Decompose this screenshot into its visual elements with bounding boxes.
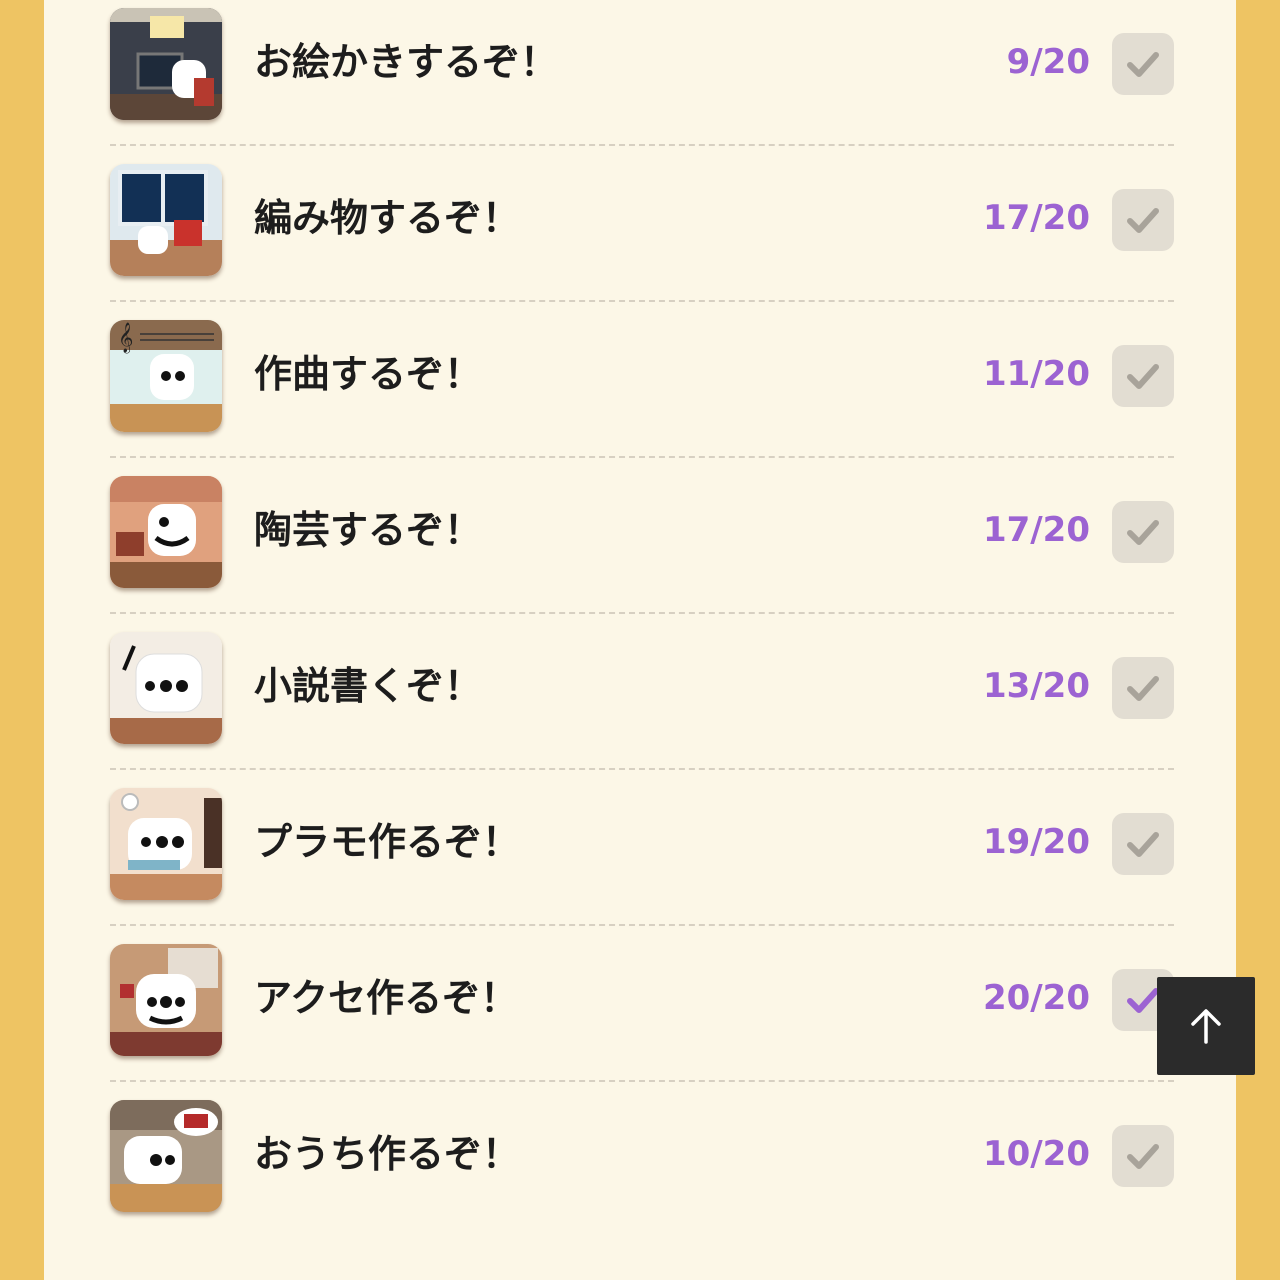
check-box[interactable]	[1112, 813, 1174, 875]
item-title: 編み物するぞ！	[254, 196, 521, 240]
item-title: おうち作るぞ！	[254, 1132, 521, 1176]
check-box[interactable]	[1112, 33, 1174, 95]
item-progress: 10/20	[982, 1134, 1090, 1174]
check-box[interactable]	[1112, 501, 1174, 563]
item-title: 作曲するぞ！	[254, 352, 483, 396]
list-item[interactable]: 𝄞 作曲するぞ！ 11/20	[110, 302, 1174, 458]
checkmark-icon	[1127, 52, 1159, 77]
accessory-thumbnail	[110, 944, 222, 1056]
list-item[interactable]: 編み物するぞ！ 17/20	[110, 146, 1174, 302]
list-item[interactable]: 陶芸するぞ！ 17/20	[110, 458, 1174, 614]
checkmark-icon	[1127, 364, 1159, 389]
composing-thumbnail: 𝄞	[110, 320, 222, 432]
house-thumbnail	[110, 1100, 222, 1212]
checkmark-icon	[1127, 676, 1159, 701]
checkmark-icon	[1127, 1144, 1159, 1169]
scroll-to-top-button[interactable]	[1157, 977, 1255, 1075]
item-title: お絵かきするぞ！	[254, 40, 559, 84]
item-progress: 20/20	[982, 978, 1090, 1018]
item-title: プラモ作るぞ！	[254, 820, 521, 864]
list-item[interactable]: お絵かきするぞ！ 9/20	[110, 0, 1174, 146]
item-title: アクセ作るぞ！	[254, 976, 519, 1020]
check-box[interactable]	[1112, 345, 1174, 407]
pottery-thumbnail	[110, 476, 222, 588]
drawing-thumbnail	[110, 8, 222, 120]
item-progress: 11/20	[982, 354, 1090, 394]
check-box[interactable]	[1112, 189, 1174, 251]
list-item[interactable]: アクセ作るぞ！ 20/20	[110, 926, 1174, 1082]
content-panel: お絵かきするぞ！ 9/20 編み物するぞ！ 17/20 𝄞 作曲するぞ！ 11/…	[44, 0, 1236, 1280]
checkmark-icon	[1127, 208, 1159, 233]
list-item[interactable]: プラモ作るぞ！ 19/20	[110, 770, 1174, 926]
knitting-thumbnail	[110, 164, 222, 276]
check-box[interactable]	[1112, 657, 1174, 719]
novel-thumbnail	[110, 632, 222, 744]
item-progress: 19/20	[982, 822, 1090, 862]
list-item[interactable]: 小説書くぞ！ 13/20	[110, 614, 1174, 770]
check-box[interactable]	[1112, 1125, 1174, 1187]
achievement-list: お絵かきするぞ！ 9/20 編み物するぞ！ 17/20 𝄞 作曲するぞ！ 11/…	[110, 0, 1174, 1238]
item-progress: 13/20	[982, 666, 1090, 706]
item-title: 小説書くぞ！	[254, 664, 483, 708]
list-item[interactable]: おうち作るぞ！ 10/20	[110, 1082, 1174, 1238]
svg-text:𝄞: 𝄞	[118, 322, 133, 354]
item-progress: 17/20	[982, 510, 1090, 550]
item-title: 陶芸するぞ！	[254, 508, 483, 552]
arrow-up-icon	[1191, 1009, 1221, 1044]
item-progress: 17/20	[982, 198, 1090, 238]
checkmark-icon	[1127, 520, 1159, 545]
plamodel-thumbnail	[110, 788, 222, 900]
item-progress: 9/20	[1006, 42, 1090, 82]
checkmark-icon	[1127, 832, 1159, 857]
